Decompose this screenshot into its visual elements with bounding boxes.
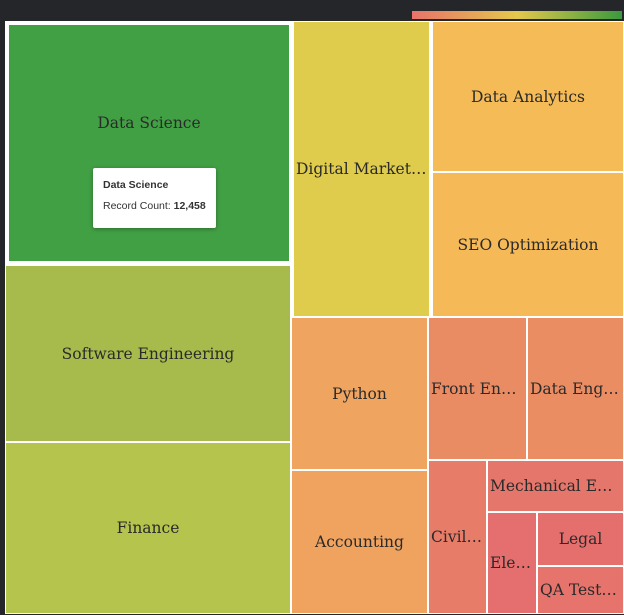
treemap-tile-label: Data Engin... — [530, 379, 623, 398]
treemap-tile[interactable]: Mechanical Engin... — [488, 461, 623, 511]
treemap-tile[interactable]: Digital Marketing — [294, 22, 429, 316]
treemap-tile[interactable]: Software Engineering — [6, 266, 290, 441]
treemap-tile-label: SEO Optimization — [457, 235, 599, 254]
color-scale-legend — [412, 11, 622, 19]
treemap-tile[interactable]: Civil E... — [429, 461, 486, 613]
treemap-tile[interactable]: Python — [292, 318, 427, 469]
treemap-tile-label: Legal — [558, 530, 603, 548]
treemap-tile[interactable]: Finance — [6, 443, 290, 613]
tooltip-title: Data Science — [103, 179, 169, 191]
tooltip-metric: Record Count: 12,458 — [103, 200, 206, 212]
treemap-tile-label: Civil E... — [431, 528, 486, 546]
treemap-tile[interactable]: Data Engin... — [528, 318, 623, 459]
treemap-tile[interactable]: Legal — [538, 513, 623, 565]
treemap-tile[interactable]: Accounting — [292, 471, 427, 613]
treemap-tile-label: Accounting — [315, 533, 404, 551]
treemap-tile[interactable]: Front End D... — [429, 318, 526, 459]
tooltip: Data Science Record Count: 12,458 — [93, 168, 216, 228]
treemap-tile[interactable]: Data Analytics — [433, 22, 623, 171]
treemap-tile-label: Python — [332, 384, 387, 403]
tooltip-metric-value: 12,458 — [173, 200, 206, 212]
treemap-tile-label: QA Testing — [540, 581, 623, 599]
treemap-tile-label: Data Analytics — [470, 87, 586, 106]
treemap-tile-label: Digital Marketing — [296, 160, 429, 178]
treemap-tile-label: Front End D... — [431, 379, 526, 398]
treemap-tile-label: Finance — [116, 519, 180, 537]
treemap-chart: Data Science Software Engineering Finance D… — [5, 21, 624, 614]
treemap-tile-label: Data Science — [97, 114, 201, 132]
treemap-tile-label: Software Engineering — [61, 344, 235, 363]
treemap-tile-label: Elect... — [490, 554, 536, 572]
treemap-tile[interactable]: Elect... — [488, 513, 536, 613]
treemap-tile[interactable]: QA Testing — [538, 567, 623, 613]
tooltip-metric-label: Record Count: — [103, 200, 171, 212]
treemap-tile-label: Mechanical Engin... — [490, 477, 623, 495]
treemap-tile[interactable]: SEO Optimization — [433, 173, 623, 316]
